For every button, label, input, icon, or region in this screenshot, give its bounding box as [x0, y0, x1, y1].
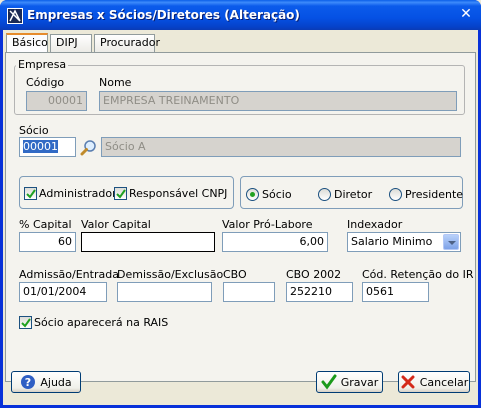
- responsavel-cnpj-label[interactable]: Responsável CNPJ: [129, 187, 227, 200]
- capital-label: % Capital: [19, 218, 72, 231]
- socio-code-value: 00001: [23, 140, 58, 153]
- diretor-radio[interactable]: [318, 188, 331, 201]
- administrador-checkbox[interactable]: [24, 187, 37, 200]
- cancel-button[interactable]: Cancelar: [398, 371, 470, 393]
- help-button-label: Ajuda: [40, 375, 72, 389]
- indexador-value: Salario Minimo: [351, 235, 433, 248]
- retencao-label: Cód. Retenção do IR: [362, 268, 474, 281]
- check-icon: [321, 374, 337, 390]
- cbo-label: CBO: [223, 268, 247, 281]
- socio-label: Sócio: [19, 124, 49, 137]
- client-area: Básico DIPJ Procurador Empresa Código 00…: [3, 30, 478, 405]
- socio-radio-label[interactable]: Sócio: [262, 188, 292, 201]
- socio-radio[interactable]: [246, 188, 259, 201]
- tab-procurador[interactable]: Procurador: [94, 34, 160, 52]
- capital-input[interactable]: 60: [19, 232, 76, 252]
- svg-text:?: ?: [25, 376, 31, 389]
- indexador-select[interactable]: Salario Minimo: [347, 232, 461, 252]
- app-icon: [7, 8, 23, 24]
- empresa-legend: Empresa: [16, 58, 69, 71]
- window-title: Empresas x Sócios/Diretores (Alteração): [27, 8, 300, 22]
- pro-labore-label: Valor Pró-Labore: [222, 218, 313, 231]
- nome-field: EMPRESA TREINAMENTO: [99, 91, 457, 111]
- diretor-radio-label[interactable]: Diretor: [334, 188, 372, 201]
- nome-label: Nome: [99, 76, 132, 89]
- codigo-field: 00001: [26, 91, 87, 111]
- cbo2002-input[interactable]: 252210: [286, 282, 353, 302]
- admissao-label: Admissão/Entrada: [19, 268, 119, 281]
- cbo-input[interactable]: [223, 282, 275, 302]
- rais-label[interactable]: Sócio aparecerá na RAIS: [34, 316, 168, 329]
- cancel-button-label: Cancelar: [419, 375, 469, 389]
- socio-name-field: Sócio A: [101, 137, 461, 157]
- socio-code-input[interactable]: 00001: [19, 137, 76, 157]
- search-icon[interactable]: [80, 139, 98, 157]
- indexador-label: Indexador: [347, 218, 403, 231]
- retencao-input[interactable]: 0561: [362, 282, 429, 302]
- save-button-label: Gravar: [340, 375, 379, 389]
- save-button[interactable]: Gravar: [316, 371, 383, 393]
- tab-panel-basico: Empresa Código 00001 Nome EMPRESA TREINA…: [5, 52, 476, 382]
- chevron-down-icon[interactable]: [443, 234, 459, 250]
- cbo2002-label: CBO 2002: [286, 268, 342, 281]
- valor-capital-label: Valor Capital: [81, 218, 151, 231]
- help-button[interactable]: ? Ajuda: [11, 371, 81, 393]
- title-bar[interactable]: Empresas x Sócios/Diretores (Alteração) …: [0, 0, 481, 30]
- close-icon[interactable]: ✕: [459, 7, 473, 21]
- codigo-label: Código: [26, 76, 65, 89]
- dialog-window: Empresas x Sócios/Diretores (Alteração) …: [0, 0, 481, 408]
- presidente-radio[interactable]: [389, 188, 402, 201]
- admissao-input[interactable]: 01/01/2004: [19, 282, 107, 302]
- valor-capital-input[interactable]: [81, 232, 215, 252]
- tab-basico[interactable]: Básico: [6, 33, 48, 53]
- tab-dipj[interactable]: DIPJ: [50, 34, 92, 52]
- administrador-label[interactable]: Administrador: [39, 187, 117, 200]
- rais-checkbox[interactable]: [19, 316, 32, 329]
- pro-labore-input[interactable]: 6,00: [222, 232, 328, 252]
- presidente-radio-label[interactable]: Presidente: [405, 188, 463, 201]
- cancel-x-icon: [400, 374, 416, 390]
- demissao-label: Demissão/Exclusão: [117, 268, 224, 281]
- help-icon: ?: [20, 374, 36, 390]
- responsavel-cnpj-checkbox[interactable]: [114, 187, 127, 200]
- demissao-input[interactable]: [117, 282, 212, 302]
